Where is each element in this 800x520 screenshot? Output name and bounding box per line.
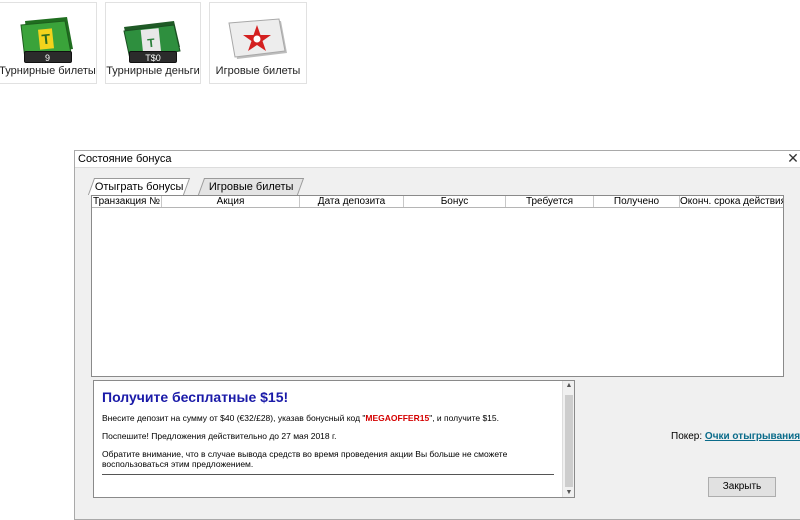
scroll-thumb[interactable]: [565, 395, 573, 487]
promo-text-notice: Обратите внимание, что в случае вывода с…: [102, 449, 508, 469]
chevron-down-icon[interactable]: ▼: [563, 489, 575, 496]
card-label: Турнирные билеты: [0, 65, 96, 77]
chevron-up-icon[interactable]: ▲: [563, 382, 575, 389]
promo-text-offer: Внесите депозит на сумму от $40 (€32/£28…: [102, 413, 554, 423]
bonus-status-dialog: Состояние бонуса ✕ Отыграть бонусы Игров…: [74, 150, 800, 520]
card-label: Турнирные деньги: [106, 65, 200, 77]
close-button[interactable]: Закрыть: [708, 477, 776, 497]
tab-play-bonuses[interactable]: Отыграть бонусы: [87, 178, 191, 195]
col-transaction[interactable]: Транзакция №: [92, 196, 162, 207]
table-header: Транзакция № Акция Дата депозита Бонус Т…: [92, 196, 783, 208]
promo-text: ", и получите $15.: [429, 413, 499, 423]
promo-text: Внесите депозит на сумму от $40 (€32/£28…: [102, 413, 366, 423]
card-label: Игровые билеты: [215, 65, 301, 77]
card-game-tickets[interactable]: Игровые билеты: [209, 2, 307, 84]
tab-game-tickets[interactable]: Игровые билеты: [197, 178, 305, 195]
tab-label: Игровые билеты: [208, 181, 294, 193]
dialog-titlebar: Состояние бонуса ✕: [75, 150, 800, 168]
col-promotion[interactable]: Акция: [162, 196, 300, 207]
promo-scrollbar[interactable]: ▲ ▼: [562, 381, 574, 497]
poker-label: Покер:: [671, 431, 703, 442]
card-tournament-tickets[interactable]: T 9 Турнирные билеты: [0, 2, 97, 84]
col-deposit-date[interactable]: Дата депозита: [300, 196, 404, 207]
divider: [102, 474, 554, 475]
close-icon[interactable]: ✕: [786, 150, 800, 167]
promo-title: Получите бесплатные $15!: [102, 389, 289, 405]
ticket-count: 9: [23, 51, 72, 63]
bonus-code: MEGAOFFER15: [365, 413, 430, 423]
poker-points-line: Покер: Очки отыгрывания: [671, 431, 800, 442]
col-received[interactable]: Получено: [594, 196, 680, 207]
col-expiry[interactable]: Оконч. срока действия: [680, 196, 783, 207]
col-required[interactable]: Требуется: [506, 196, 594, 207]
promo-text-deadline: Поспешите! Предложения действительно до …: [102, 431, 337, 441]
dialog-title: Состояние бонуса: [78, 153, 172, 165]
game-ticket-icon: [225, 13, 291, 67]
bonus-table: Транзакция № Акция Дата депозита Бонус Т…: [91, 195, 784, 377]
col-bonus[interactable]: Бонус: [404, 196, 506, 207]
wagering-points-link[interactable]: Очки отыгрывания: [705, 431, 800, 442]
card-tournament-money[interactable]: T T$0 Турнирные деньги: [105, 2, 201, 84]
tab-label: Отыграть бонусы: [94, 181, 184, 193]
money-balance: T$0: [129, 51, 177, 63]
promo-panel: Получите бесплатные $15! Внесите депозит…: [93, 380, 575, 498]
